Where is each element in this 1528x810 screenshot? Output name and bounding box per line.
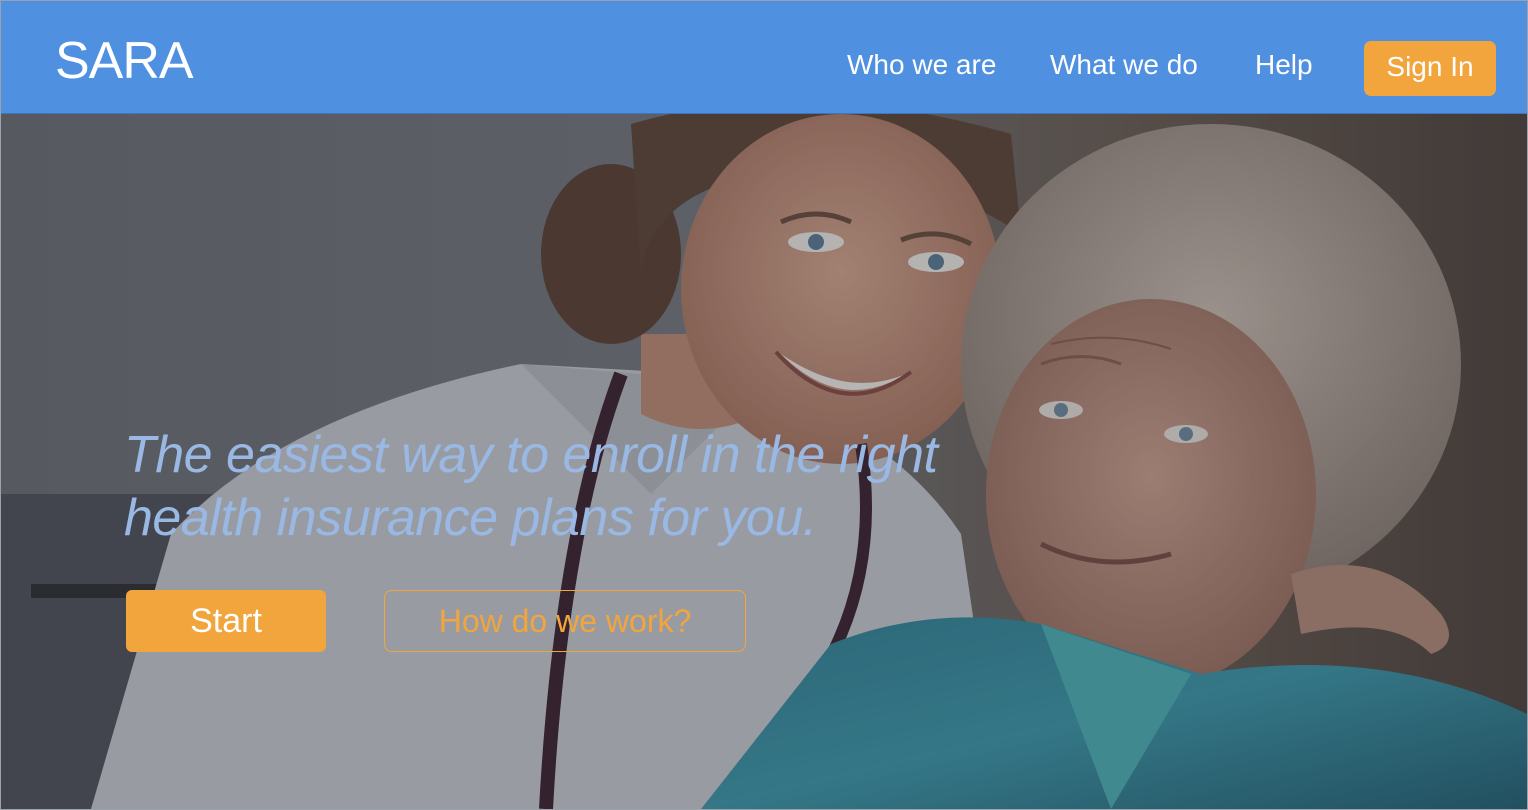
page: SARA Who we are What we do Help Sign In — [0, 0, 1528, 810]
tagline-line-2: health insurance plans for you. — [124, 489, 817, 547]
hero-tagline: The easiest way to enroll in the right h… — [124, 424, 1024, 550]
nav-link-who-we-are[interactable]: Who we are — [847, 51, 996, 79]
hero-section: The easiest way to enroll in the right h… — [1, 114, 1527, 809]
how-do-we-work-button[interactable]: How do we work? — [384, 590, 746, 652]
brand-logo[interactable]: SARA — [55, 35, 194, 87]
nav-link-what-we-do[interactable]: What we do — [1050, 51, 1198, 79]
start-button[interactable]: Start — [126, 590, 326, 652]
sign-in-button[interactable]: Sign In — [1364, 41, 1496, 96]
top-navbar: SARA Who we are What we do Help Sign In — [1, 1, 1527, 114]
tagline-line-1: The easiest way to enroll in the right — [124, 426, 938, 484]
nav-link-help[interactable]: Help — [1255, 51, 1313, 79]
